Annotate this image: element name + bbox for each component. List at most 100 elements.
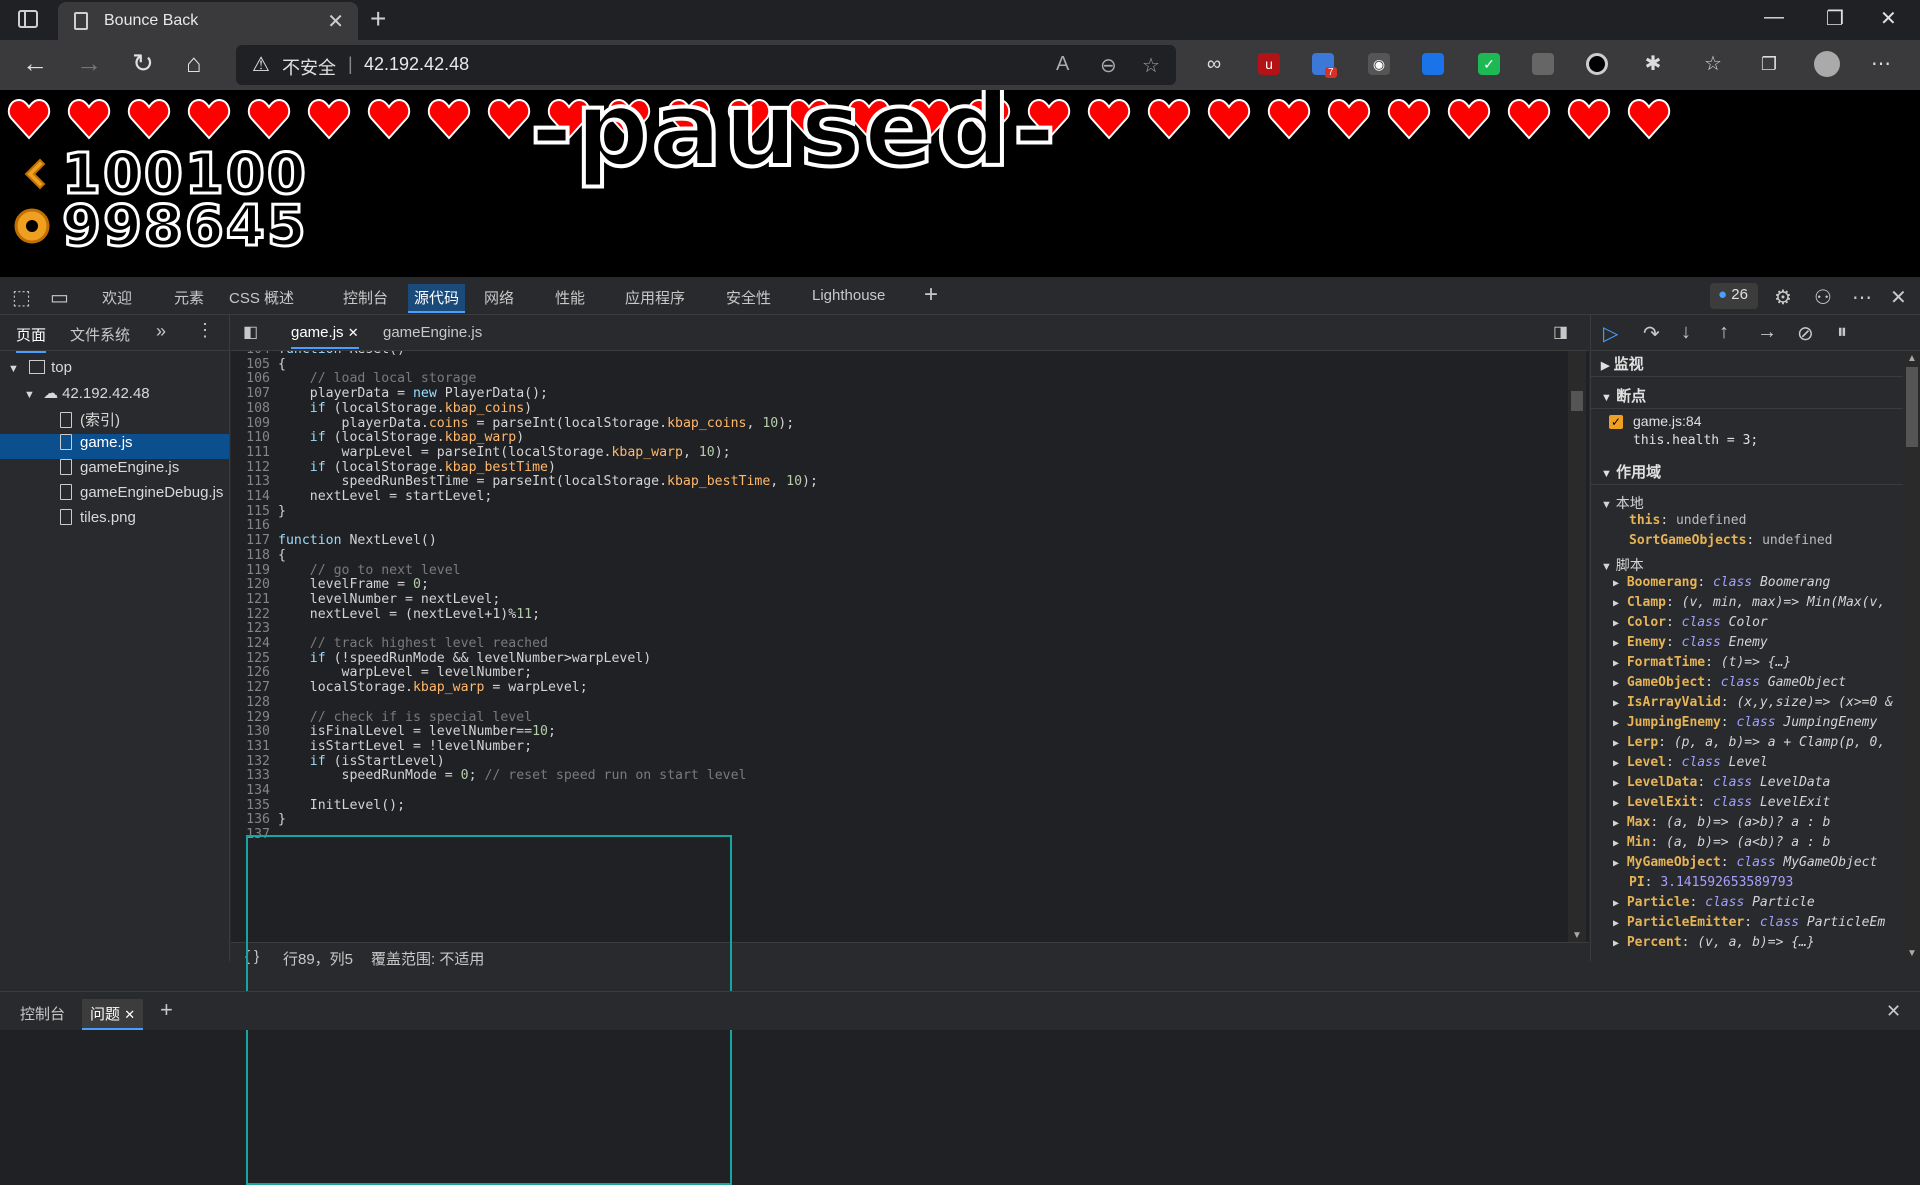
add-drawer-tab-icon[interactable]: +	[160, 997, 173, 1023]
line-number[interactable]: 132	[231, 754, 278, 769]
scope-variable[interactable]: ▶ Enemy: class Enemy	[1591, 635, 1903, 655]
game-canvas[interactable]: -paused- 100100 998645	[0, 90, 1920, 277]
scroll-down-icon[interactable]: ▼	[1572, 930, 1582, 941]
infinity-extension-icon[interactable]: ∞	[1203, 53, 1225, 75]
close-drawer-icon[interactable]: ✕	[1886, 1001, 1901, 1022]
translate-extension-icon[interactable]	[1422, 53, 1444, 75]
step-out-button[interactable]: ↑	[1719, 321, 1729, 344]
line-number[interactable]: 131	[231, 739, 278, 754]
back-button[interactable]: ←	[22, 48, 48, 79]
warning-icon[interactable]: ⚠	[252, 52, 270, 77]
more-tabs-icon[interactable]: »	[156, 321, 166, 342]
deactivate-breakpoints-button[interactable]: ⊘	[1797, 321, 1814, 346]
line-number[interactable]: 114	[231, 489, 278, 504]
scope-variable[interactable]: ▶ Color: class Color	[1591, 615, 1903, 635]
scope-variable[interactable]: ▶ Percent: (v, a, b)=> {…}	[1591, 935, 1903, 955]
home-button[interactable]: ⌂	[186, 48, 202, 79]
line-number[interactable]: 128	[231, 695, 278, 710]
code-line[interactable]: 133 speedRunMode = 0; // reset speed run…	[231, 768, 746, 786]
drawer-tab-console[interactable]: 控制台	[20, 1003, 65, 1024]
line-number[interactable]: 120	[231, 577, 278, 592]
insecure-label[interactable]: 不安全	[282, 54, 336, 80]
tree-file-game-engine[interactable]: gameEngine.js	[60, 459, 179, 484]
scope-variable[interactable]: ▶ Lerp: (p, a, b)=> a + Clamp(p, 0,	[1591, 735, 1903, 755]
line-number[interactable]: 107	[231, 386, 278, 401]
line-number[interactable]: 134	[231, 783, 278, 798]
minimize-button[interactable]: —	[1764, 6, 1784, 29]
line-number[interactable]: 129	[231, 710, 278, 725]
scroll-up-icon[interactable]: ▲	[1907, 353, 1917, 364]
tree-top[interactable]: ▼ top	[8, 359, 72, 384]
line-number[interactable]: 126	[231, 665, 278, 680]
scope-variable[interactable]: ▶ Max: (a, b)=> (a>b)? a : b	[1591, 815, 1903, 835]
watch-section[interactable]: ▶ 监视	[1591, 351, 1903, 377]
inspect-element-icon[interactable]: ⬚	[12, 285, 31, 310]
code-line[interactable]: 137	[231, 827, 278, 845]
issues-counter[interactable]: ● 26	[1710, 283, 1758, 309]
scope-variable[interactable]: ▶ Min: (a, b)=> (a<b)? a : b	[1591, 835, 1903, 855]
close-devtools-icon[interactable]: ✕	[1890, 285, 1907, 310]
favorites-icon[interactable]: ☆	[1702, 53, 1724, 75]
forward-button[interactable]: →	[76, 48, 102, 79]
tab-network[interactable]: 网络	[484, 287, 514, 308]
customize-icon[interactable]: ⚇	[1814, 285, 1832, 310]
scope-variable[interactable]: PI: 3.141592653589793	[1591, 875, 1903, 895]
close-tab-icon[interactable]: ✕	[348, 325, 359, 340]
tree-host[interactable]: ▼ ☁ 42.192.42.48	[24, 384, 150, 409]
scope-variable[interactable]: SortGameObjects: undefined	[1591, 533, 1903, 553]
tab-elements[interactable]: 元素	[174, 287, 204, 308]
tab-css-overview[interactable]: CSS 概述	[229, 287, 294, 308]
drawer-tab-issues[interactable]: 问题 ✕	[82, 999, 144, 1030]
toggle-navigator-icon[interactable]: ◧	[243, 322, 258, 342]
more-menu-icon[interactable]: ⋯	[1870, 53, 1892, 75]
scope-section[interactable]: ▼ 作用域	[1591, 455, 1903, 485]
scope-variable[interactable]: ▶ LevelExit: class LevelExit	[1591, 795, 1903, 815]
scope-variable[interactable]: ▶ IsArrayValid: (x,y,size)=> (x>=0 &	[1591, 695, 1903, 715]
browser-tab[interactable]: Bounce Back ✕	[58, 2, 358, 40]
line-number[interactable]: 136	[231, 812, 278, 827]
reader-extension-icon[interactable]	[1532, 53, 1554, 75]
collections-icon[interactable]: ❐	[1758, 53, 1780, 75]
add-favorite-icon[interactable]: ☆	[1142, 53, 1160, 78]
url-text[interactable]: 42.192.42.48	[364, 54, 469, 75]
scope-variable[interactable]: ▶ Boomerang: class Boomerang	[1591, 575, 1903, 595]
scope-variable[interactable]: ▶ ParticleEmitter: class ParticleEm	[1591, 915, 1903, 935]
line-number[interactable]: 125	[231, 651, 278, 666]
settings-icon[interactable]: ⚙	[1774, 285, 1792, 310]
close-window-button[interactable]: ✕	[1880, 6, 1897, 31]
line-number[interactable]: 106	[231, 371, 278, 386]
new-tab-button[interactable]: +	[370, 3, 386, 35]
line-number[interactable]: 110	[231, 430, 278, 445]
breakpoint-checkbox[interactable]: ✓	[1609, 415, 1623, 429]
tab-lighthouse[interactable]: Lighthouse	[812, 287, 885, 304]
step-button[interactable]: →	[1757, 321, 1777, 344]
line-number[interactable]: 113	[231, 474, 278, 489]
line-number[interactable]: 137	[231, 827, 278, 842]
line-number[interactable]: 130	[231, 724, 278, 739]
ublock-extension-icon[interactable]: u	[1258, 53, 1280, 75]
line-number[interactable]: 122	[231, 607, 278, 622]
line-number[interactable]: 115	[231, 504, 278, 519]
step-over-button[interactable]: ↷	[1643, 321, 1660, 346]
close-tab-icon[interactable]: ✕	[327, 9, 344, 34]
tree-file-tiles[interactable]: tiles.png	[60, 509, 136, 534]
scope-variable[interactable]: ▶ LevelData: class LevelData	[1591, 775, 1903, 795]
profile-avatar[interactable]	[1814, 51, 1840, 77]
circle-extension-icon[interactable]	[1586, 53, 1608, 75]
pretty-print-button[interactable]: { }	[245, 948, 259, 965]
line-number[interactable]: 109	[231, 416, 278, 431]
tab-application[interactable]: 应用程序	[625, 287, 685, 308]
tab-page[interactable]: 页面	[16, 324, 47, 353]
line-number[interactable]: 121	[231, 592, 278, 607]
sidebar-scrollbar[interactable]: ▲ ▼	[1903, 351, 1920, 961]
resume-button[interactable]: ▷	[1603, 321, 1618, 346]
editor-tab-game-js[interactable]: game.js ✕	[291, 324, 359, 349]
tab-security[interactable]: 安全性	[726, 287, 771, 308]
line-number[interactable]: 105	[231, 357, 278, 372]
pause-on-exceptions-button[interactable]: ⏸	[1837, 321, 1847, 344]
shield-extension-icon[interactable]: ✓	[1478, 53, 1500, 75]
line-number[interactable]: 112	[231, 460, 278, 475]
scope-variable[interactable]: ▶ FormatTime: (t)=> {…}	[1591, 655, 1903, 675]
scope-variable[interactable]: ▶ JumpingEnemy: class JumpingEnemy	[1591, 715, 1903, 735]
tree-file-index[interactable]: (索引)	[60, 409, 120, 434]
